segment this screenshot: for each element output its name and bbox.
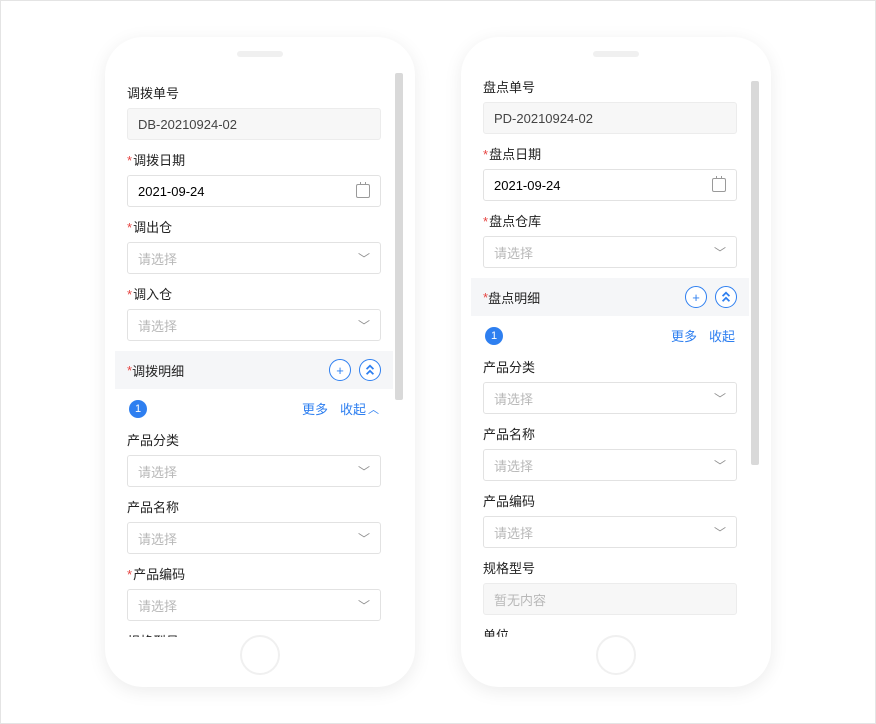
field-transfer-order-no: 调拨单号 DB-20210924-02	[127, 83, 381, 140]
scrollbar[interactable]	[393, 73, 405, 637]
collapse-text: 收起	[340, 399, 366, 418]
select-product-category[interactable]: 请选择 ﹀	[127, 455, 381, 487]
value-transfer-order-no: DB-20210924-02	[138, 117, 237, 132]
chevron-down-icon: ﹀	[358, 317, 370, 334]
add-detail-button[interactable]: +	[329, 359, 351, 381]
label-product-name: 产品名称	[483, 424, 737, 443]
select-product-category[interactable]: 请选择 ﹀	[483, 382, 737, 414]
label-product-category: 产品分类	[127, 430, 381, 449]
chevron-down-icon: ﹀	[714, 390, 726, 407]
section-header-actions: +	[329, 359, 381, 381]
input-transfer-order-no: DB-20210924-02	[127, 108, 381, 140]
input-transfer-date[interactable]: 2021-09-24	[127, 175, 381, 207]
field-product-category: 产品分类 请选择 ﹀	[127, 430, 381, 487]
add-detail-button[interactable]: +	[685, 286, 707, 308]
select-product-code[interactable]: 请选择 ﹀	[483, 516, 737, 548]
label-product-name: 产品名称	[127, 497, 381, 516]
detail-item-bar: 1 更多 收起 ︿	[127, 389, 381, 420]
collapse-link[interactable]: 收起	[709, 326, 735, 345]
detail-item-bar: 1 更多 收起	[483, 316, 737, 347]
chevron-down-icon: ﹀	[358, 463, 370, 480]
field-inventory-order-no: 盘点单号 PD-20210924-02	[483, 77, 737, 134]
calendar-icon	[712, 178, 726, 192]
form-content: 调拨单号 DB-20210924-02 调拨日期 2021-09-24 调出仓 …	[115, 73, 393, 637]
chevron-down-icon: ﹀	[714, 524, 726, 541]
screen: 盘点单号 PD-20210924-02 盘点日期 2021-09-24 盘点仓库…	[471, 73, 761, 637]
select-inventory-warehouse[interactable]: 请选择 ﹀	[483, 236, 737, 268]
phone-frame-inventory: 盘点单号 PD-20210924-02 盘点日期 2021-09-24 盘点仓库…	[461, 37, 771, 687]
label-product-spec: 规格型号	[483, 558, 737, 577]
scrollbar-thumb[interactable]	[395, 73, 403, 400]
scrollbar[interactable]	[749, 73, 761, 637]
field-product-name: 产品名称 请选择 ﹀	[127, 497, 381, 554]
detail-index-badge: 1	[129, 400, 147, 418]
collapse-all-button[interactable]	[359, 359, 381, 381]
field-product-spec: 规格型号 暂无内容	[127, 631, 381, 637]
scrollbar-thumb[interactable]	[751, 81, 759, 465]
form-content: 盘点单号 PD-20210924-02 盘点日期 2021-09-24 盘点仓库…	[471, 73, 749, 637]
field-product-code: 产品编码 请选择 ﹀	[127, 564, 381, 621]
label-product-spec: 规格型号	[127, 631, 381, 637]
chevron-down-icon: ﹀	[358, 250, 370, 267]
select-in-warehouse[interactable]: 请选择 ﹀	[127, 309, 381, 341]
label-inventory-date: 盘点日期	[483, 144, 737, 163]
value-transfer-date: 2021-09-24	[138, 184, 205, 199]
label-transfer-order-no: 调拨单号	[127, 83, 381, 102]
label-in-warehouse: 调入仓	[127, 284, 381, 303]
chevron-down-icon: ﹀	[714, 457, 726, 474]
select-product-code[interactable]: 请选择 ﹀	[127, 589, 381, 621]
field-inventory-date: 盘点日期 2021-09-24	[483, 144, 737, 201]
label-product-category: 产品分类	[483, 357, 737, 376]
chevron-down-icon: ﹀	[358, 597, 370, 614]
section-header-transfer-detail: 调拨明细 +	[115, 351, 393, 389]
label-product-unit: 单位	[483, 625, 737, 637]
select-out-warehouse[interactable]: 请选择 ﹀	[127, 242, 381, 274]
section-header-actions: +	[685, 286, 737, 308]
label-product-code: 产品编码	[127, 564, 381, 583]
more-link[interactable]: 更多	[671, 326, 697, 345]
field-product-name: 产品名称 请选择 ﹀	[483, 424, 737, 481]
select-product-name[interactable]: 请选择 ﹀	[483, 449, 737, 481]
field-product-code: 产品编码 请选择 ﹀	[483, 491, 737, 548]
chevron-down-icon: ﹀	[714, 244, 726, 261]
calendar-icon	[356, 184, 370, 198]
section-title: 盘点明细	[488, 288, 540, 307]
input-inventory-order-no: PD-20210924-02	[483, 102, 737, 134]
field-product-category: 产品分类 请选择 ﹀	[483, 357, 737, 414]
field-in-warehouse: 调入仓 请选择 ﹀	[127, 284, 381, 341]
screen: 调拨单号 DB-20210924-02 调拨日期 2021-09-24 调出仓 …	[115, 73, 405, 637]
collapse-link[interactable]: 收起 ︿	[340, 399, 379, 418]
placeholder-out-warehouse: 请选择	[138, 249, 177, 268]
section-title: 调拨明细	[132, 361, 184, 380]
section-header-inventory-detail: 盘点明细 +	[471, 278, 749, 316]
field-out-warehouse: 调出仓 请选择 ﹀	[127, 217, 381, 274]
chevron-up-icon: ︿	[368, 401, 379, 417]
chevron-down-icon: ﹀	[358, 530, 370, 547]
label-out-warehouse: 调出仓	[127, 217, 381, 236]
select-product-name[interactable]: 请选择 ﹀	[127, 522, 381, 554]
label-transfer-date: 调拨日期	[127, 150, 381, 169]
label-inventory-order-no: 盘点单号	[483, 77, 737, 96]
field-product-unit: 单位 暂无内容	[483, 625, 737, 637]
label-product-code: 产品编码	[483, 491, 737, 510]
more-link[interactable]: 更多	[302, 399, 328, 418]
detail-index-badge: 1	[485, 327, 503, 345]
input-product-spec: 暂无内容	[483, 583, 737, 615]
collapse-all-button[interactable]	[715, 286, 737, 308]
phone-frame-transfer: 调拨单号 DB-20210924-02 调拨日期 2021-09-24 调出仓 …	[105, 37, 415, 687]
label-inventory-warehouse: 盘点仓库	[483, 211, 737, 230]
field-inventory-warehouse: 盘点仓库 请选择 ﹀	[483, 211, 737, 268]
field-product-spec: 规格型号 暂无内容	[483, 558, 737, 615]
placeholder-in-warehouse: 请选择	[138, 316, 177, 335]
field-transfer-date: 调拨日期 2021-09-24	[127, 150, 381, 207]
input-inventory-date[interactable]: 2021-09-24	[483, 169, 737, 201]
